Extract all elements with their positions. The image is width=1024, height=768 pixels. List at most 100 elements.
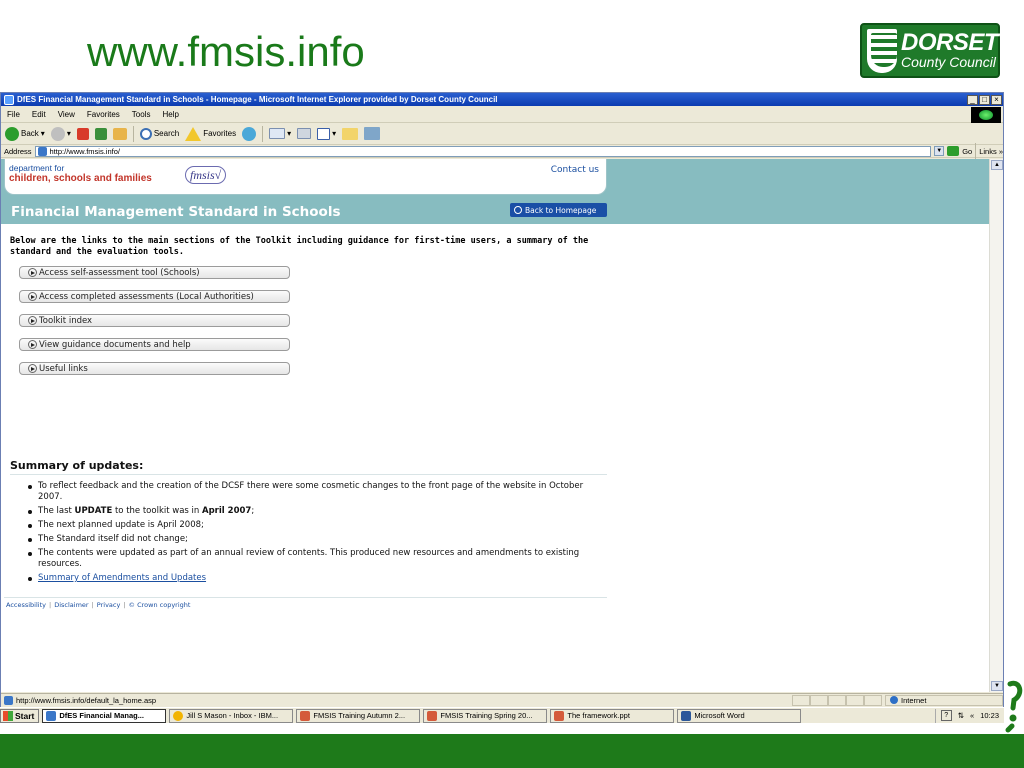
menu-help[interactable]: Help xyxy=(162,110,178,119)
minimize-button[interactable]: _ xyxy=(967,94,978,105)
scroll-down-icon[interactable]: ▼ xyxy=(991,681,1003,691)
ie-window: DfES Financial Management Standard in Sc… xyxy=(0,92,1004,723)
address-url: http://www.fmsis.info/ xyxy=(49,146,120,156)
nav-label: Access completed assessments (Local Auth… xyxy=(39,291,254,302)
media-icon[interactable] xyxy=(242,126,257,141)
page-icon xyxy=(4,695,13,705)
menu-tools[interactable]: Tools xyxy=(132,110,151,119)
page-icon xyxy=(37,146,47,156)
menu-edit[interactable]: Edit xyxy=(32,110,46,119)
dorset-logo: DORSET County Council xyxy=(860,23,1000,78)
privacy-link[interactable]: Privacy xyxy=(97,601,121,609)
folder-icon[interactable] xyxy=(342,127,359,140)
disclaimer-link[interactable]: Disclaimer xyxy=(54,601,88,609)
zone-label: Internet xyxy=(901,695,927,705)
play-icon xyxy=(28,292,37,301)
system-tray: ? ⇅ « 10:23 xyxy=(934,708,1004,723)
scroll-up-icon[interactable]: ▲ xyxy=(991,160,1003,170)
slide-footer-band xyxy=(0,734,1024,768)
task-ppt-autumn[interactable]: FMSIS Training Autumn 2... xyxy=(296,708,421,723)
network-icon[interactable]: ⇅ xyxy=(958,711,964,720)
address-bar: Address http://www.fmsis.info/ ▼ Go Link… xyxy=(1,143,1003,159)
search-button[interactable]: Search xyxy=(139,127,180,140)
copyright-link[interactable]: © Crown copyright xyxy=(129,601,191,609)
menu-file[interactable]: File xyxy=(7,110,20,119)
nav-useful-links-button[interactable]: Useful links xyxy=(19,362,290,375)
favorites-button[interactable]: Favorites xyxy=(185,126,236,141)
contact-us-link[interactable]: Contact us xyxy=(551,165,599,175)
fmsis-logo: fmsis√ xyxy=(185,166,227,184)
dept-line-2: children, schools and families xyxy=(9,173,152,184)
forward-button[interactable]: ▾ xyxy=(50,126,71,141)
word-icon xyxy=(317,127,331,140)
amendments-link[interactable]: Summary of Amendments and Updates xyxy=(38,573,206,583)
stop-icon[interactable] xyxy=(76,127,89,140)
maximize-button[interactable]: □ xyxy=(979,94,990,105)
address-dropdown[interactable]: ▼ xyxy=(934,146,945,156)
crest-icon xyxy=(867,28,897,73)
task-framework-ppt[interactable]: The framework.ppt xyxy=(550,708,675,723)
go-button[interactable]: Go xyxy=(962,147,972,156)
messenger-icon[interactable] xyxy=(364,127,381,140)
start-button[interactable]: Start xyxy=(0,708,40,723)
clock: 10:23 xyxy=(980,711,999,720)
window-titlebar[interactable]: DfES Financial Management Standard in Sc… xyxy=(1,93,1003,106)
help-icon[interactable]: ? xyxy=(940,710,952,721)
mail-button[interactable]: ▾ xyxy=(269,128,291,139)
nav-self-assessment-button[interactable]: Access self-assessment tool (Schools) xyxy=(19,266,290,279)
page-title: Financial Management Standard in Schools xyxy=(11,204,341,220)
task-ppt-spring[interactable]: FMSIS Training Spring 20... xyxy=(423,708,548,723)
task-ie[interactable]: DfES Financial Manag... xyxy=(42,708,167,723)
list-item: The next planned update is April 2008; xyxy=(26,520,586,531)
list-item: The Standard itself did not change; xyxy=(26,534,586,545)
powerpoint-icon xyxy=(300,710,311,721)
accessibility-link[interactable]: Accessibility xyxy=(6,601,46,609)
word-icon xyxy=(681,710,692,721)
slide: www.fmsis.info DORSET County Council DfE… xyxy=(0,0,1024,768)
address-input[interactable]: http://www.fmsis.info/ xyxy=(34,145,932,157)
logo-line-2: County Council xyxy=(900,53,996,70)
back-home-label: Back to Homepage xyxy=(525,205,597,215)
mail-icon xyxy=(269,128,286,139)
links-button[interactable]: Links » xyxy=(979,147,1003,156)
menu-bar: File Edit View Favorites Tools Help xyxy=(1,106,1003,123)
print-icon[interactable] xyxy=(297,128,312,139)
nav-label: Toolkit index xyxy=(39,315,93,326)
dcsf-logo[interactable]: department for children, schools and fam… xyxy=(9,163,152,184)
go-arrow-icon[interactable] xyxy=(947,146,960,156)
powerpoint-icon xyxy=(554,710,565,721)
back-button[interactable]: Back ▾ xyxy=(5,126,45,141)
security-zone: Internet xyxy=(885,694,1003,706)
status-bar: http://www.fmsis.info/default_la_home.as… xyxy=(1,693,1003,706)
search-label: Search xyxy=(153,129,180,138)
menu-favorites[interactable]: Favorites xyxy=(87,110,120,119)
slide-title: www.fmsis.info xyxy=(87,28,365,75)
nav-guidance-button[interactable]: View guidance documents and help xyxy=(19,338,290,351)
nav-label: View guidance documents and help xyxy=(39,339,191,350)
dept-line-1: department for xyxy=(9,163,65,173)
close-button[interactable]: × xyxy=(991,94,1002,105)
powerpoint-icon xyxy=(427,710,438,721)
back-to-homepage-button[interactable]: Back to Homepage xyxy=(510,203,607,217)
vertical-scrollbar[interactable]: ▲ ▼ xyxy=(989,159,1003,692)
edit-button[interactable]: ▾ xyxy=(317,127,336,140)
divider xyxy=(4,597,607,598)
search-icon xyxy=(139,127,152,140)
nav-toolkit-index-button[interactable]: Toolkit index xyxy=(19,314,290,327)
nav-completed-assessments-button[interactable]: Access completed assessments (Local Auth… xyxy=(19,290,290,303)
back-label: Back xyxy=(21,129,39,138)
ie-icon xyxy=(46,710,57,721)
nav-label: Useful links xyxy=(39,363,88,374)
status-url: http://www.fmsis.info/default_la_home.as… xyxy=(16,695,157,705)
home-icon[interactable] xyxy=(112,127,127,140)
star-icon xyxy=(185,126,202,141)
play-icon xyxy=(28,340,37,349)
tray-expand-icon[interactable]: « xyxy=(970,711,974,720)
refresh-icon[interactable] xyxy=(94,127,107,140)
task-notes-inbox[interactable]: Jill S Mason - Inbox - IBM... xyxy=(169,708,294,723)
play-icon xyxy=(28,316,37,325)
decoration-icon xyxy=(1005,680,1023,733)
menu-view[interactable]: View xyxy=(58,110,75,119)
task-word[interactable]: Microsoft Word xyxy=(677,708,802,723)
list-item: The contents were updated as part of an … xyxy=(26,548,586,570)
